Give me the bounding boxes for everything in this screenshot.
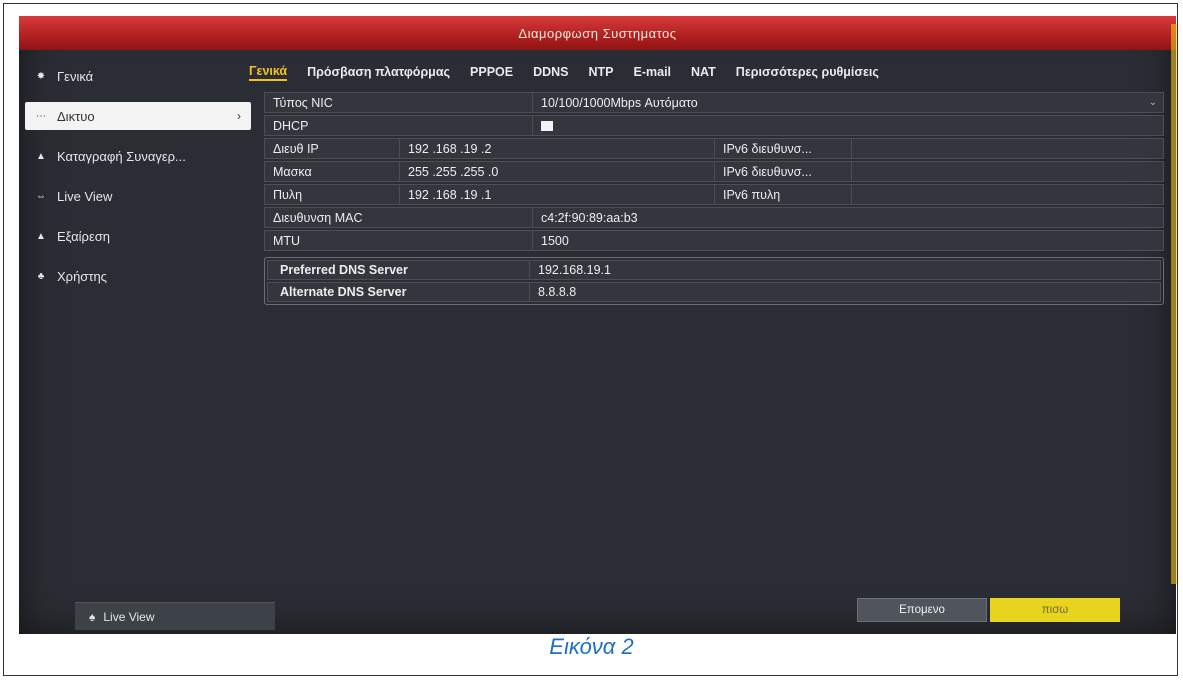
preferred-dns-label: Preferred DNS Server: [268, 261, 530, 279]
sidebar-item-label: Live View: [57, 188, 113, 204]
sidebar-item-label: Εξαίρεση: [57, 228, 110, 244]
mtu-label: MTU: [265, 231, 533, 250]
window-title: Διαμορφωση Συστηματος: [518, 25, 677, 41]
tab-pppoe[interactable]: PPPOE: [470, 65, 513, 79]
dhcp-cell: [533, 116, 1163, 135]
dvr-screen: Διαμορφωση Συστηματος ✸ Γενικά ⋯ Δικτυο …: [19, 16, 1176, 634]
tab-email[interactable]: E-mail: [634, 65, 672, 79]
tab-ddns[interactable]: DDNS: [533, 65, 568, 79]
tab-ntp[interactable]: NTP: [589, 65, 614, 79]
nic-type-row: Τύπος NIC 10/100/1000Mbps Αυτόματο ⌄: [264, 92, 1164, 113]
window-titlebar: Διαμορφωση Συστηματος: [19, 16, 1176, 50]
chevron-down-icon[interactable]: ⌄: [1149, 97, 1157, 108]
network-settings-form: Τύπος NIC 10/100/1000Mbps Αυτόματο ⌄ DHC…: [264, 92, 1164, 305]
dns-group: Preferred DNS Server 192.168.19.1 Altern…: [264, 257, 1164, 305]
mac-value: c4:2f:90:89:aa:b3: [541, 210, 638, 225]
figure-caption: Εικόνα 2: [549, 634, 634, 659]
alternate-dns-label: Alternate DNS Server: [268, 283, 530, 301]
tab-platform-access[interactable]: Πρόσβαση πλατφόρμας: [307, 65, 450, 79]
dhcp-label: DHCP: [265, 116, 533, 135]
gateway-input[interactable]: 192 .168 .19 .1: [400, 185, 715, 204]
chevron-right-icon: ›: [237, 109, 241, 123]
figure-frame: Διαμορφωση Συστηματος ✸ Γενικά ⋯ Δικτυο …: [3, 3, 1178, 676]
sidebar-item-label: Γενικά: [57, 68, 94, 84]
sidebar-item-general[interactable]: ✸ Γενικά: [25, 62, 251, 90]
nic-type-select[interactable]: 10/100/1000Mbps Αυτόματο: [533, 93, 1163, 112]
gateway-row: Πυλη 192 .168 .19 .1 IPv6 πυλη: [264, 184, 1164, 205]
tab-more-settings[interactable]: Περισσότερες ρυθμίσεις: [736, 65, 879, 79]
mtu-input[interactable]: 1500: [533, 231, 1163, 250]
sidebar-item-user[interactable]: ♣ Χρήστης: [25, 262, 251, 290]
nic-type-label: Τύπος NIC: [265, 93, 533, 112]
ipv6-address-2-input[interactable]: [852, 162, 1163, 181]
sidebar-item-label: Χρήστης: [57, 268, 107, 284]
sidebar: ✸ Γενικά ⋯ Δικτυο › ▲ Καταγραφή Συναγερ.…: [19, 56, 257, 634]
next-button[interactable]: Επομενο: [857, 598, 987, 622]
ip-input[interactable]: 192 .168 .19 .2: [400, 139, 715, 158]
mac-row: Διευθυνση MAC c4:2f:90:89:aa:b3: [264, 207, 1164, 228]
ipv6-address-label: IPv6 διευθυνσ...: [715, 139, 852, 158]
sidebar-item-label: Δικτυο: [57, 108, 95, 124]
mask-row: Μασκα 255 .255 .255 .0 IPv6 διευθυνσ...: [264, 161, 1164, 182]
ipv6-gateway-label: IPv6 πυλη: [715, 185, 852, 204]
exception-icon: ▲: [36, 230, 46, 242]
sidebar-item-label: Καταγραφή Συναγερ...: [57, 148, 186, 164]
mtu-row: MTU 1500: [264, 230, 1164, 251]
live-view-button[interactable]: ♠ Live View: [75, 602, 275, 630]
sidebar-item-alarm[interactable]: ▲ Καταγραφή Συναγερ...: [25, 142, 251, 170]
sidebar-item-exception[interactable]: ▲ Εξαίρεση: [25, 222, 251, 250]
mac-label: Διευθυνση MAC: [265, 208, 533, 227]
tab-nat[interactable]: NAT: [691, 65, 716, 79]
alternate-dns-row: Alternate DNS Server 8.8.8.8: [267, 282, 1161, 302]
alternate-dns-input[interactable]: 8.8.8.8: [530, 283, 1160, 301]
mask-input[interactable]: 255 .255 .255 .0: [400, 162, 715, 181]
ipv6-address-input[interactable]: [852, 139, 1163, 158]
screen-edge-highlight: [1171, 24, 1177, 584]
back-button[interactable]: πισω: [990, 598, 1120, 622]
dhcp-row: DHCP: [264, 115, 1164, 136]
sidebar-item-network[interactable]: ⋯ Δικτυο ›: [25, 102, 251, 130]
sidebar-item-live-view[interactable]: ⇔ Live View: [25, 182, 251, 210]
preferred-dns-input[interactable]: 192.168.19.1: [530, 261, 1160, 279]
alarm-icon: ▲: [36, 150, 46, 162]
network-icon: ⋯: [36, 110, 46, 122]
tab-general[interactable]: Γενικά: [249, 64, 288, 81]
ip-label: Διευθ IP: [265, 139, 400, 158]
ipv6-address-2-label: IPv6 διευθυνσ...: [715, 162, 852, 181]
home-icon: ♠: [89, 609, 96, 624]
live-view-icon: ⇔: [36, 190, 46, 202]
ipv6-gateway-input[interactable]: [852, 185, 1163, 204]
user-icon: ♣: [37, 270, 45, 282]
mask-label: Μασκα: [265, 162, 400, 181]
gateway-label: Πυλη: [265, 185, 400, 204]
dhcp-checkbox[interactable]: [541, 120, 553, 131]
live-view-button-label: Live View: [103, 609, 155, 624]
tab-bar: Γενικά Πρόσβαση πλατφόρμας PPPOE DDNS NT…: [249, 60, 879, 84]
preferred-dns-row: Preferred DNS Server 192.168.19.1: [267, 260, 1161, 280]
gear-icon: ✸: [36, 70, 46, 82]
ip-row: Διευθ IP 192 .168 .19 .2 IPv6 διευθυνσ..…: [264, 138, 1164, 159]
